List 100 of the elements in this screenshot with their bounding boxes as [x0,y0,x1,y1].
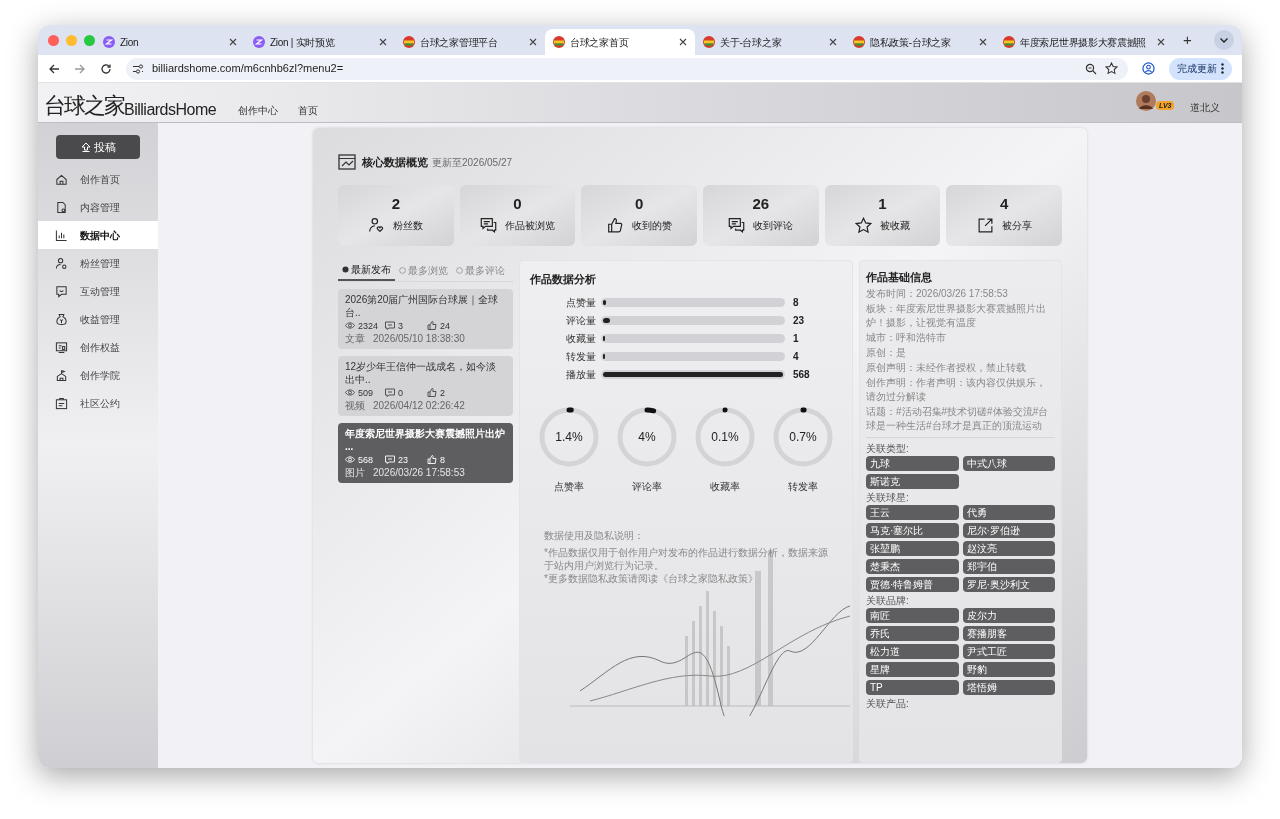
browser-tab[interactable]: Zion [95,29,245,55]
sidebar-item[interactable]: 内容管理 [38,193,158,221]
sort-tab[interactable]: 最新发布 [338,259,395,281]
nav-link[interactable]: 首页 [298,103,319,118]
chart-window-icon [338,154,356,171]
tag[interactable]: 贾德·特鲁姆普 [866,577,959,592]
sidebar-item[interactable]: 社区公约 [38,389,158,417]
user-avatar[interactable] [1136,90,1156,111]
eye-icon [345,321,355,330]
tag[interactable]: 马克·塞尔比 [866,523,959,538]
comment-icon [385,321,395,330]
close-icon[interactable] [529,38,537,46]
tag[interactable]: 郑宇伯 [962,559,1055,574]
group-heading: 关联球星: [866,491,910,505]
close-icon[interactable] [379,38,387,46]
site-logo[interactable]: 台球之家BilliardsHome [38,92,217,122]
tab-favicon-icon [553,36,565,48]
tag[interactable]: 王云 [866,505,959,520]
bar [727,645,730,706]
tag[interactable]: 松力道 [866,644,959,659]
tag[interactable]: 赵汶亮 [962,541,1055,556]
tag[interactable]: 代勇 [962,505,1055,520]
tab-list-icon[interactable] [1214,30,1234,50]
close-icon[interactable] [679,38,687,46]
work-title: 12岁少年王信仲一战成名，如今淡出中.. [345,359,498,386]
tag[interactable]: 塔悟姆 [962,680,1055,695]
info-field: 原创：是 [866,346,1055,360]
data-icon [55,228,68,242]
sidebar-item[interactable]: 粉丝管理 [38,249,158,277]
tag[interactable]: 野豹 [962,662,1055,677]
update-button[interactable]: 完成更新 [1169,57,1232,80]
post-button[interactable]: 投稿 [56,135,140,159]
browser-tab[interactable]: 隐私政策-台球之家 [845,29,995,55]
stat-value: 2 [391,196,400,211]
work-item[interactable]: 12岁少年王信仲一战成名，如今淡出中.. 509 0 2 视频 2026/04/12 02:26:42 [338,355,513,416]
work-type: 文章 [345,332,365,345]
eye-icon [345,388,355,397]
browser-tab[interactable]: 关于-台球之家 [695,29,845,55]
close-icon[interactable] [829,38,837,46]
tag[interactable]: TP [866,680,959,695]
tab-title: 台球之家管理平台 [420,35,499,50]
interact-icon [55,284,68,298]
sidebar-item[interactable]: 创作学院 [38,361,158,389]
tag[interactable]: 皮尔力 [962,608,1055,623]
share-icon [976,217,994,234]
sidebar-item[interactable]: 互动管理 [38,277,158,305]
tag[interactable]: 南匠 [866,608,959,623]
group-heading: 关联类型: [866,442,910,456]
tag[interactable]: 罗尼·奥沙利文 [962,577,1055,592]
close-icon[interactable] [229,38,237,46]
browser-tab[interactable]: 台球之家管理平台 [395,29,545,55]
tag[interactable]: 楚秉杰 [866,559,959,574]
profile-icon[interactable] [1142,62,1155,75]
work-item[interactable]: 2026第20届广州国际台球展｜全球台.. 2324 3 24 文章 2026/05/10 18:38:30 [338,288,513,349]
metric-value: 23 [793,314,805,328]
tag[interactable]: 乔氏 [866,626,959,641]
metric-label: 转发量 [565,350,596,364]
reload-icon[interactable] [100,62,112,75]
forward-icon[interactable] [74,62,86,75]
tag[interactable]: 张堃鹏 [866,541,959,556]
work-item[interactable]: 年度索尼世界摄影大赛震撼照片出炉 ... 568 23 8 图片 2026/03/26 17:58:53 [338,422,513,483]
url-text: billiardshome.com/m6cnhb6zl?menu2= [152,61,345,77]
tag[interactable]: 尹式工匠 [962,644,1055,659]
close-icon[interactable] [1157,38,1165,46]
eye-icon [345,455,355,464]
info-field: 发布时间：2026/03/26 17:58:53 [866,287,1055,301]
address-bar[interactable]: billiardshome.com/m6cnhb6zl?menu2= [126,57,1128,80]
rules-icon [55,396,68,410]
metric-label: 收藏量 [565,332,596,346]
browser-tab[interactable]: 年度索尼世界摄影大赛震撼照 [995,29,1173,55]
tag[interactable]: 星牌 [866,662,959,677]
browser-tab[interactable]: 台球之家首页 [545,29,695,55]
new-tab-button[interactable]: + [1179,28,1196,52]
site-settings-icon[interactable] [132,62,144,75]
info-field: 创作声明：作者声明：该内容仅供娱乐，请勿过分解读 [866,376,1055,404]
sidebar-item[interactable]: 数据中心 [38,221,158,249]
rate-label: 收藏率 [710,480,740,494]
user-name[interactable]: 道北义 [1190,99,1220,115]
privacy-note: *更多数据隐私政策请阅读《台球之家隐私政策》 [544,572,759,585]
tag[interactable]: 斯诺克 [866,474,959,489]
comment-count: 23 [398,453,408,466]
sidebar-item[interactable]: 创作首页 [38,165,158,193]
sidebar-item[interactable]: 收益管理 [38,305,158,333]
stat-label: 作品被浏览 [505,219,555,233]
tag[interactable]: 中式八球 [962,456,1055,471]
academy-icon [55,368,68,382]
work-type: 视频 [345,399,365,412]
bookmark-star-icon[interactable] [1105,62,1118,75]
back-icon[interactable] [48,62,60,75]
tag[interactable]: 尼尔·罗伯逊 [962,523,1055,538]
tag[interactable]: 九球 [866,456,959,471]
tag[interactable]: 赛播朋客 [962,626,1055,641]
zoom-icon[interactable] [1085,62,1097,75]
star-icon [855,217,872,234]
browser-tab[interactable]: Zion | 实时预览 [245,29,395,55]
sidebar-item[interactable]: 创作权益 [38,333,158,361]
tab-favicon-icon [253,36,265,48]
close-icon[interactable] [979,38,987,46]
nav-link[interactable]: 创作中心 [238,103,279,118]
metric-label: 点赞量 [565,296,596,310]
